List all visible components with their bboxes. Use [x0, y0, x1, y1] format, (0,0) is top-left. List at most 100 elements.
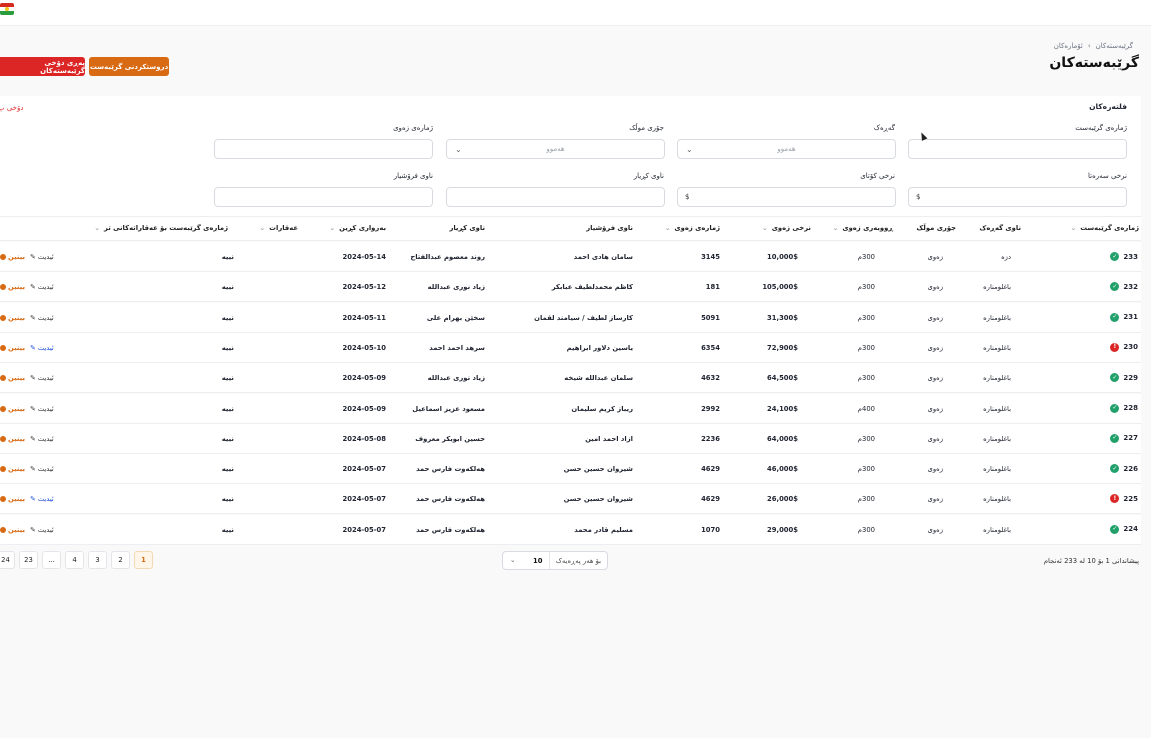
- status-link[interactable]: دۆخی پ: [0, 104, 23, 112]
- contract-status-button[interactable]: پەڕی دۆخی گرێبەستەکان: [0, 57, 85, 76]
- page-button[interactable]: 2: [111, 551, 130, 569]
- contract-id-cell[interactable]: 224 ✓: [1110, 524, 1138, 534]
- view-label: بینین: [8, 253, 25, 261]
- contract-id-cell[interactable]: 225!: [1110, 494, 1138, 504]
- page-button[interactable]: 1: [134, 551, 153, 569]
- check-circle-icon: ✓: [1110, 373, 1120, 383]
- view-label: بینین: [8, 343, 25, 352]
- view-button[interactable]: بینین: [0, 526, 25, 534]
- edit-button[interactable]: ئیدیت ✎: [30, 495, 54, 503]
- view-button[interactable]: بینین: [0, 253, 25, 261]
- row-actions: ئیدیت ✎ بینین: [0, 253, 54, 261]
- edit-button[interactable]: ئیدیت ✎: [30, 405, 54, 413]
- page-button[interactable]: 3: [88, 551, 107, 569]
- contract-id: 230: [1123, 343, 1138, 352]
- cell-seller: کارساز لطیف / سیامند لقمان: [534, 313, 633, 322]
- view-label: بینین: [8, 404, 25, 413]
- contract-id-cell[interactable]: 226 ✓: [1110, 464, 1138, 474]
- top-bar: [0, 0, 1151, 26]
- contract-id-cell[interactable]: 231 ✓: [1110, 312, 1138, 322]
- kurdistan-flag-icon[interactable]: [0, 3, 14, 15]
- create-contract-button[interactable]: دروستکردنی گرێبەست: [89, 57, 169, 76]
- cell-land: 181: [705, 283, 720, 292]
- view-button[interactable]: بینین: [0, 435, 25, 443]
- th-property[interactable]: عەقارات⌄: [259, 224, 298, 232]
- view-button[interactable]: بینین: [0, 314, 25, 322]
- edit-label: ئیدیت: [37, 434, 54, 443]
- seller-name-input[interactable]: [214, 187, 433, 207]
- cell-price: 46,000$: [767, 465, 798, 474]
- final-price-label: نرخی کۆتای: [860, 172, 895, 180]
- th-contract-no[interactable]: ژمارەی گرێبەست⌄: [1071, 224, 1139, 232]
- contract-id: 233: [1123, 252, 1138, 261]
- edit-button[interactable]: ئیدیت ✎: [30, 253, 54, 261]
- th-land-no[interactable]: ژمارەی زەوی⌄: [665, 224, 720, 232]
- pencil-icon: ✎: [30, 253, 36, 261]
- cell-seller: ازاد احمد امین: [585, 434, 633, 443]
- edit-label: ئیدیت: [37, 283, 54, 292]
- cell-date: 2024-05-07: [342, 525, 386, 534]
- cell-land: 5091: [701, 313, 720, 322]
- edit-button[interactable]: ئیدیت ✎: [30, 526, 54, 534]
- breadcrumb-contracts[interactable]: گرێبەستەکان: [1096, 42, 1133, 50]
- cell-phase: باغلومنارە: [983, 404, 1011, 413]
- cell-buyer: حسین ابوبکر معروف: [415, 434, 485, 443]
- view-button[interactable]: بینین: [0, 283, 25, 291]
- check-circle-icon: ✓: [1110, 282, 1120, 292]
- view-label: بینین: [8, 525, 25, 534]
- edit-label: ئیدیت: [37, 525, 54, 534]
- page-button[interactable]: 4: [65, 551, 84, 569]
- final-price-input[interactable]: $: [677, 187, 896, 207]
- contract-id-cell[interactable]: 233 ✓: [1110, 252, 1138, 261]
- page-button[interactable]: 24: [0, 551, 15, 569]
- page-button[interactable]: 23: [19, 551, 38, 569]
- th-date[interactable]: بەرواری کڕین⌄: [329, 224, 386, 232]
- contract-id-cell[interactable]: 230!: [1110, 342, 1138, 352]
- view-button[interactable]: بینین: [0, 344, 25, 352]
- cell-price: 64,500$: [767, 374, 798, 383]
- cell-land: 4629: [701, 495, 720, 504]
- contract-no-input[interactable]: [908, 139, 1127, 159]
- edit-button[interactable]: ئیدیت ✎: [30, 314, 54, 322]
- contract-id-cell[interactable]: 229 ✓: [1110, 373, 1138, 383]
- phase-select[interactable]: هەموو ⌄: [677, 139, 896, 159]
- cell-area: 300م: [857, 495, 875, 504]
- view-button[interactable]: بینین: [0, 374, 25, 382]
- row-actions: ئیدیت ✎ بینین: [0, 405, 54, 413]
- per-page-select[interactable]: بۆ هەر پەڕەیەک 10 ⌄: [502, 551, 608, 570]
- th-related[interactable]: ژمارەی گرێبەست بۆ عەقاراتەکانی تر⌄: [94, 224, 228, 232]
- cell-date: 2024-05-12: [342, 283, 386, 292]
- cell-date: 2024-05-07: [342, 495, 386, 504]
- edit-button[interactable]: ئیدیت ✎: [30, 465, 54, 473]
- eye-icon: [0, 375, 6, 382]
- eye-icon: [0, 405, 6, 412]
- th-area[interactable]: ڕووبەری زەوی⌄: [833, 224, 893, 232]
- cell-seller: کاظم محمدلطیف عبابکر: [551, 283, 633, 292]
- edit-button[interactable]: ئیدیت ✎: [30, 344, 54, 352]
- edit-button[interactable]: ئیدیت ✎: [30, 435, 54, 443]
- cell-prop: نییە: [221, 465, 234, 474]
- view-button[interactable]: بینین: [0, 465, 25, 473]
- contract-id-cell[interactable]: 227 ✓: [1110, 433, 1138, 443]
- pencil-icon: ✎: [30, 465, 36, 474]
- contract-id-cell[interactable]: 228 ✓: [1110, 403, 1138, 413]
- cell-land: 2992: [701, 404, 720, 413]
- contract-id-cell[interactable]: 232 ✓: [1110, 282, 1138, 292]
- cell-date: 2024-05-08: [342, 434, 386, 443]
- eye-icon: [0, 254, 6, 260]
- cell-buyer: زیاد نوری عبداللە: [427, 283, 485, 292]
- breadcrumb-records[interactable]: ئۆمارەکان: [1054, 42, 1083, 50]
- contract-id: 228: [1123, 404, 1138, 412]
- start-price-input[interactable]: $: [908, 187, 1127, 207]
- pencil-icon: ✎: [30, 525, 36, 534]
- view-button[interactable]: بینین: [0, 495, 25, 503]
- check-circle-icon: ✓: [1110, 252, 1120, 261]
- edit-button[interactable]: ئیدیت ✎: [30, 374, 54, 382]
- edit-button[interactable]: ئیدیت ✎: [30, 283, 54, 291]
- buyer-name-input[interactable]: [446, 187, 665, 207]
- cell-prop: نییە: [221, 434, 234, 443]
- view-button[interactable]: بینین: [0, 405, 25, 413]
- th-land-price[interactable]: نرخی زەوی⌄: [762, 224, 811, 232]
- land-no-input[interactable]: [214, 139, 433, 159]
- property-type-select[interactable]: هەموو ⌄: [446, 139, 665, 159]
